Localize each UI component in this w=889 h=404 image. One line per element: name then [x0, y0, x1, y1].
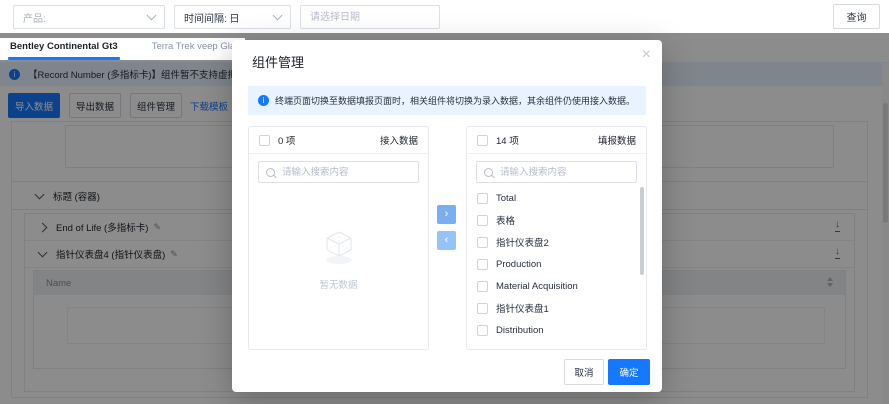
product-select-label: 产品:: [23, 13, 46, 25]
transfer-panel-target: 14 项 填报数据 Total 表格指针仪表盘2 Production Materia…: [466, 126, 647, 350]
item-checkbox[interactable]: [477, 324, 488, 336]
component-list: Total 表格指针仪表盘2 Production Material Acquisit…: [467, 187, 641, 347]
search-icon: [484, 167, 493, 177]
cancel-button[interactable]: 取消: [564, 359, 604, 385]
close-icon[interactable]: ×: [642, 45, 651, 65]
transfer-list-item[interactable]: 指针仪表盘1: [467, 297, 641, 319]
item-label: 指针仪表盘2: [496, 238, 549, 249]
active-tab-underline: [8, 57, 120, 60]
tab-bentley-continental-gt3[interactable]: Bentley Continental Gt3: [8, 38, 120, 60]
target-search-box[interactable]: [476, 161, 637, 183]
chevron-down-icon: [146, 10, 157, 21]
query-button[interactable]: 查询: [833, 4, 880, 29]
transfer-list-item[interactable]: 表格: [467, 209, 641, 231]
modal-alert-text: 终端页面切换至数据填报页面时，相关组件将切换为录入数据，其余组件仍使用接入数据。: [275, 96, 636, 106]
item-checkbox[interactable]: [477, 346, 488, 347]
transfer-list-item[interactable]: Total: [467, 187, 641, 209]
interval-select-label: 时间间隔: 日: [184, 13, 240, 25]
date-input[interactable]: [300, 5, 440, 29]
item-label: Production: [496, 258, 542, 270]
select-all-checkbox[interactable]: [477, 134, 488, 146]
item-checkbox[interactable]: [477, 192, 488, 204]
item-label: Material Acquisition: [496, 280, 578, 292]
empty-box-icon: [325, 231, 352, 264]
item-checkbox[interactable]: [477, 280, 488, 292]
item-checkbox[interactable]: [477, 258, 488, 270]
transfer-list-item[interactable]: 指针仪表盘: [467, 341, 641, 347]
item-label: Distribution: [496, 324, 544, 336]
target-search-input[interactable]: [498, 165, 629, 179]
tab-bar: Bentley Continental Gt3 Terra Trek veep …: [0, 38, 256, 60]
source-count: 0 项: [278, 136, 296, 147]
item-label: Total: [496, 192, 517, 204]
tab-label: Bentley Continental Gt3: [10, 41, 118, 52]
item-checkbox[interactable]: [477, 214, 488, 226]
source-panel-header: 0 项 接入数据: [249, 127, 428, 154]
item-label: 指针仪表盘: [496, 345, 544, 347]
modal-title: 组件管理: [252, 55, 305, 70]
list-scrollbar-thumb[interactable]: [640, 187, 644, 275]
ok-button[interactable]: 确定: [608, 359, 650, 385]
target-panel-tag: 填报数据: [597, 136, 636, 147]
source-panel-tag: 接入数据: [379, 136, 418, 147]
transfer-list-item[interactable]: Production: [467, 253, 641, 275]
item-checkbox[interactable]: [477, 236, 488, 248]
item-label: 指针仪表盘1: [496, 304, 549, 315]
source-search-input[interactable]: [280, 165, 411, 179]
move-left-button[interactable]: ‹: [437, 231, 456, 250]
target-count: 14 项: [496, 136, 519, 147]
transfer-panel-source: 0 项 接入数据 暂无数据: [248, 126, 429, 350]
source-search-box[interactable]: [258, 161, 419, 183]
info-icon: i: [258, 95, 269, 106]
target-panel-header: 14 项 填报数据: [467, 127, 646, 154]
transfer-list-item[interactable]: Distribution: [467, 319, 641, 341]
empty-text: 暂无数据: [319, 280, 358, 291]
select-all-checkbox[interactable]: [259, 134, 270, 146]
product-select[interactable]: 产品:: [13, 5, 165, 29]
filter-bar: 产品: 时间间隔: 日 查询: [0, 0, 889, 33]
interval-select[interactable]: 时间间隔: 日: [174, 5, 291, 29]
transfer-list-item[interactable]: Material Acquisition: [467, 275, 641, 297]
chevron-down-icon: [272, 10, 283, 21]
item-label: 表格: [496, 216, 516, 227]
move-right-button[interactable]: ›: [437, 205, 456, 224]
modal-alert: i 终端页面切换至数据填报页面时，相关组件将切换为录入数据，其余组件仍使用接入数…: [248, 86, 646, 115]
component-manage-modal: 组件管理 × i 终端页面切换至数据填报页面时，相关组件将切换为录入数据，其余组…: [232, 40, 662, 392]
empty-state: 暂无数据: [249, 229, 428, 291]
item-checkbox[interactable]: [477, 302, 488, 314]
transfer-list-item[interactable]: 指针仪表盘2: [467, 231, 641, 253]
search-icon: [266, 167, 275, 177]
